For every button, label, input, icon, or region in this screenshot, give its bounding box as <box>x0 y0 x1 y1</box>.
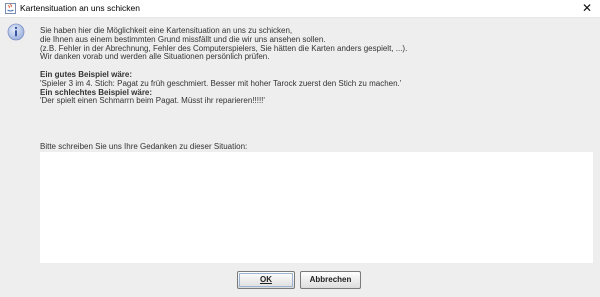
ok-button-label: OK <box>260 275 272 284</box>
java-app-icon <box>5 3 16 14</box>
title-bar: Kartensituation an uns schicken ✕ <box>0 0 600 18</box>
prompt-label: Bitte schreiben Sie uns Ihre Gedanken zu… <box>40 142 248 151</box>
message-text: Sie haben hier die Möglichkeit eine Kart… <box>40 26 590 106</box>
ok-button[interactable]: OK <box>237 271 295 289</box>
feedback-textarea[interactable] <box>40 152 593 263</box>
window-title: Kartensituation an uns schicken <box>20 3 141 13</box>
message-line: Wir danken vorab und werden alle Situati… <box>40 52 270 62</box>
cancel-button[interactable]: Abbrechen <box>300 271 361 289</box>
bad-example-text: 'Der spielt einen Schmarrn beim Pagat. M… <box>40 96 265 106</box>
info-icon <box>7 23 25 41</box>
close-icon[interactable]: ✕ <box>580 1 594 15</box>
